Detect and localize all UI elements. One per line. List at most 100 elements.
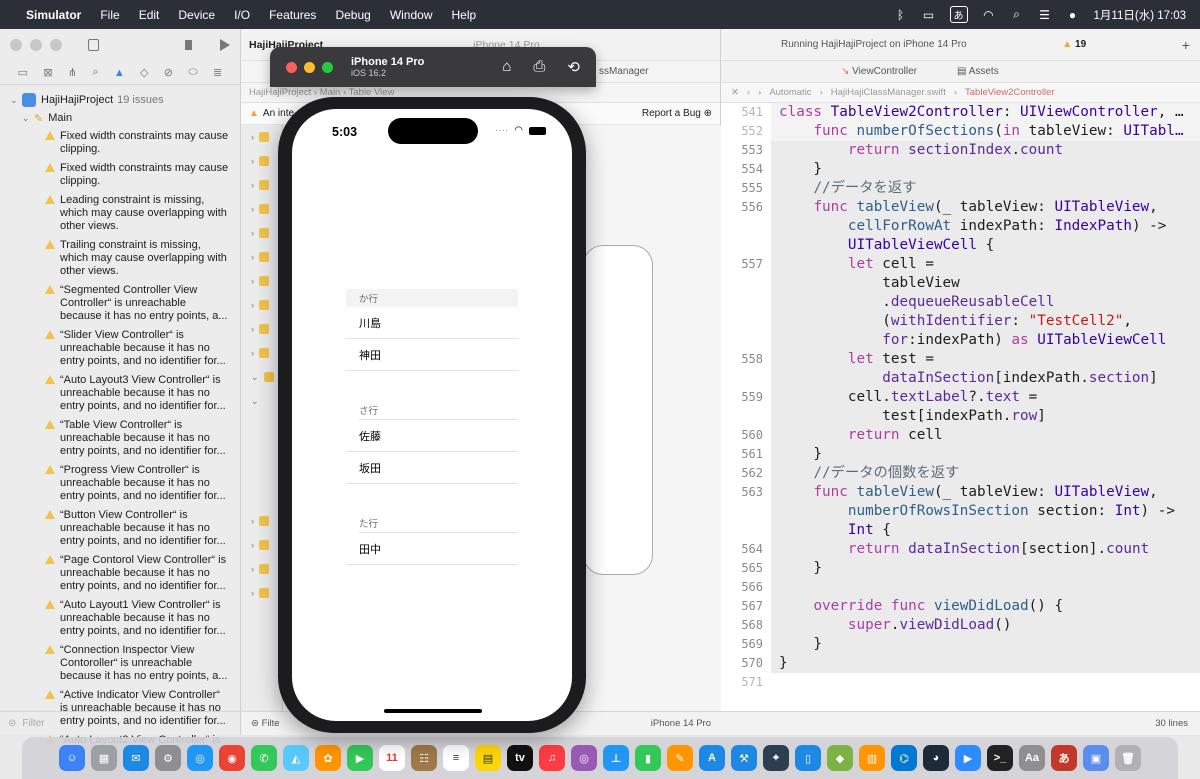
outline-item[interactable]: ›: [241, 197, 282, 221]
close-icon[interactable]: [10, 39, 22, 51]
tree-project-row[interactable]: ⌄ HajiHajiProject 19 issues: [0, 91, 240, 109]
outline-item[interactable]: ›: [241, 245, 282, 269]
report-bug-link[interactable]: Report a Bug: [642, 108, 701, 119]
notes-icon[interactable]: ▤: [475, 745, 501, 771]
home-icon[interactable]: ⌂: [502, 58, 511, 76]
rotate-icon[interactable]: ⟲: [567, 58, 580, 76]
back-icon[interactable]: ‹: [747, 87, 750, 98]
preview-icon[interactable]: ▣: [1083, 745, 1109, 771]
terminal-icon[interactable]: >_: [987, 745, 1013, 771]
hierarchy-icon[interactable]: ⋔: [68, 66, 77, 79]
outline-item[interactable]: [241, 461, 282, 485]
stop-icon[interactable]: [185, 40, 192, 50]
close-icon[interactable]: ✕: [731, 87, 739, 98]
issue-item[interactable]: Fixed width constraints may cause clippi…: [0, 127, 240, 159]
calendar-icon[interactable]: 11: [379, 745, 405, 771]
sidebar-toggle-icon[interactable]: [88, 39, 100, 51]
outline-item[interactable]: ›: [241, 581, 282, 605]
menu-io[interactable]: I/O: [234, 8, 250, 22]
tab-class-manager[interactable]: ssManager: [599, 66, 648, 77]
issue-item[interactable]: “Segmented Controller View Controller“ i…: [0, 281, 240, 326]
folder-icon[interactable]: ▭: [18, 66, 28, 79]
github-icon[interactable]: ◕: [923, 745, 949, 771]
issue-item[interactable]: Leading constraint is missing, which may…: [0, 191, 240, 236]
menu-app[interactable]: Simulator: [26, 8, 81, 22]
issue-item[interactable]: “Button View Controller“ is unreachable …: [0, 506, 240, 551]
outline-item[interactable]: ›: [241, 293, 282, 317]
maps-icon[interactable]: ◭: [283, 745, 309, 771]
breakpoint-icon[interactable]: ⬭: [188, 66, 197, 79]
settings-icon[interactable]: ⚙: [155, 745, 181, 771]
warning-count[interactable]: 19: [1075, 39, 1086, 50]
mail-icon[interactable]: ✉: [123, 745, 149, 771]
issue-item[interactable]: “Connection Inspector View Contoroller“ …: [0, 641, 240, 686]
vscode-icon[interactable]: ⌬: [891, 745, 917, 771]
keynote-icon[interactable]: ⊥: [603, 745, 629, 771]
messages-icon[interactable]: ✆: [251, 745, 277, 771]
zoom-icon[interactable]: [322, 61, 333, 73]
reminders-icon[interactable]: ≡: [443, 745, 469, 771]
issue-item[interactable]: “Page Contorol View Controller“ is unrea…: [0, 551, 240, 596]
table-row[interactable]: 田中: [346, 533, 518, 565]
app-store-icon[interactable]: A: [699, 745, 725, 771]
outline-item[interactable]: ›: [241, 557, 282, 581]
device-config[interactable]: iPhone 14 Pro: [651, 718, 711, 729]
menu-window[interactable]: Window: [390, 8, 433, 22]
outline-item[interactable]: ›: [241, 221, 282, 245]
contacts-icon[interactable]: ☷: [411, 745, 437, 771]
table-row[interactable]: 坂田: [346, 452, 518, 484]
outline-item[interactable]: ›: [241, 125, 282, 149]
music-icon[interactable]: ♫: [539, 745, 565, 771]
outline-item[interactable]: ⌄: [241, 365, 282, 389]
wifi-icon[interactable]: ◠: [982, 8, 996, 22]
arrow-right-icon[interactable]: ⊕: [704, 108, 712, 119]
font-book-icon[interactable]: Aa: [1019, 745, 1045, 771]
books-icon[interactable]: ▥: [859, 745, 885, 771]
debug-icon[interactable]: ⊘: [164, 66, 173, 79]
scene-frame[interactable]: [583, 245, 653, 575]
outline-item[interactable]: [241, 437, 282, 461]
report-icon[interactable]: ≣: [213, 66, 222, 79]
forward-icon[interactable]: ›: [758, 87, 761, 98]
dictionary-icon[interactable]: あ: [1051, 745, 1077, 771]
tab-assets[interactable]: ▤ Assets: [957, 66, 999, 77]
menu-device[interactable]: Device: [178, 8, 215, 22]
issue-item[interactable]: “Auto Layout1 View Controller“ is unreac…: [0, 596, 240, 641]
bluetooth-icon[interactable]: ᛒ: [894, 8, 908, 22]
battery-icon[interactable]: ▭: [922, 8, 936, 22]
chrome-icon[interactable]: ◉: [219, 745, 245, 771]
test-icon[interactable]: ◇: [140, 66, 148, 79]
instruments-icon[interactable]: ⌖: [763, 745, 789, 771]
menu-edit[interactable]: Edit: [139, 8, 160, 22]
outline-item[interactable]: ›: [241, 149, 282, 173]
outline-item[interactable]: [241, 485, 282, 509]
tab-viewcontroller[interactable]: ↘ ViewController: [841, 66, 917, 77]
trash-icon[interactable]: 🗑: [1115, 745, 1141, 771]
find-icon[interactable]: ⌕: [92, 66, 98, 79]
source-control-icon[interactable]: ⊠: [43, 66, 52, 79]
outline-item[interactable]: [241, 413, 282, 437]
outline-item[interactable]: ›: [241, 533, 282, 557]
issue-navigator-icon[interactable]: ▲: [114, 67, 125, 79]
safari-icon[interactable]: ◎: [187, 745, 213, 771]
add-tab-icon[interactable]: +: [1182, 37, 1190, 53]
issue-item[interactable]: Fixed width constraints may cause clippi…: [0, 159, 240, 191]
issue-item[interactable]: Trailing constraint is missing, which ma…: [0, 236, 240, 281]
crumb-class[interactable]: TableView2Controller: [965, 87, 1055, 98]
close-icon[interactable]: [286, 61, 297, 73]
minimize-icon[interactable]: [30, 39, 42, 51]
crumb-file[interactable]: HajiHajiClassManager.swift: [831, 87, 946, 98]
search-icon[interactable]: ⌕: [1010, 7, 1024, 22]
finder-icon[interactable]: ☺: [59, 745, 85, 771]
siri-icon[interactable]: ●: [1066, 8, 1080, 22]
home-indicator[interactable]: [384, 709, 482, 713]
pages-icon[interactable]: ✎: [667, 745, 693, 771]
xcode-icon[interactable]: ⚒: [731, 745, 757, 771]
table-row[interactable]: 神田: [346, 339, 518, 371]
table-row[interactable]: 佐藤: [346, 420, 518, 452]
menu-clock[interactable]: 1月11日(水) 17:03: [1094, 7, 1186, 23]
outline-item[interactable]: ›: [241, 341, 282, 365]
issue-item[interactable]: “Slider View Controller“ is unreachable …: [0, 326, 240, 371]
filter-input[interactable]: Filter: [22, 718, 44, 729]
photos-icon[interactable]: ✿: [315, 745, 341, 771]
